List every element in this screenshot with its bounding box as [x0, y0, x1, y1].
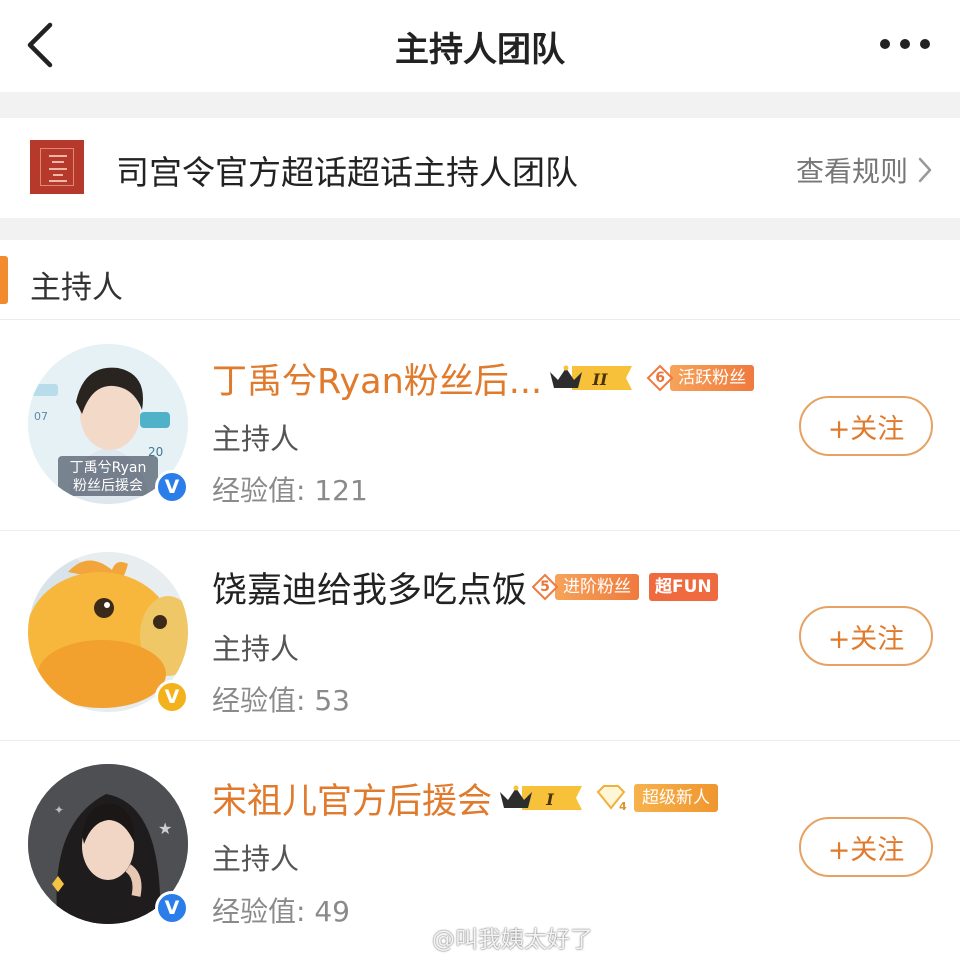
- crown-level-badge: II: [550, 365, 633, 390]
- member-exp: 经验值: 121: [212, 474, 368, 507]
- avatar-caption: 粉丝后援会: [73, 478, 143, 494]
- svg-text:4: 4: [619, 800, 627, 812]
- follow-button[interactable]: +关注: [799, 396, 933, 456]
- svg-text:★: ★: [158, 819, 172, 838]
- fan-level-badge: 6 活跃粉丝: [646, 364, 755, 392]
- member-name-line: 饶嘉迪给我多吃点饭 5 进阶粉丝 超FUN: [212, 565, 718, 611]
- svg-text:II: II: [592, 370, 608, 389]
- verified-v-icon: V: [155, 470, 189, 504]
- svg-text:I: I: [545, 790, 554, 809]
- fan-badge-label: 进阶粉丝: [555, 574, 640, 600]
- member-name[interactable]: 丁禹兮Ryan粉丝后...: [212, 353, 542, 404]
- chevron-right-icon: [918, 157, 932, 183]
- follow-button[interactable]: +关注: [799, 606, 933, 666]
- svg-text:✦: ✦: [54, 803, 64, 817]
- diamond-level-icon: 4: [596, 785, 627, 812]
- view-rules-label: 查看规则: [795, 155, 908, 188]
- fan-badge-label: 超级新人: [634, 784, 719, 812]
- topic-name: 司宫令官方超话超话主持人团队: [116, 153, 578, 192]
- fan-level-diamond-icon: 5: [531, 573, 559, 601]
- crown-level-badge: I: [500, 785, 583, 810]
- fan-level-diamond-icon: 6: [646, 364, 674, 392]
- member-name[interactable]: 宋祖儿官方后援会: [212, 773, 492, 824]
- section-title: 主持人: [30, 270, 123, 306]
- watermark-text: @叫我姨太好了: [432, 927, 593, 953]
- section-accent-bar: [0, 256, 8, 304]
- svg-text:07: 07: [34, 410, 48, 423]
- watermark: @叫我姨太好了: [398, 920, 593, 954]
- section-header: [0, 240, 960, 320]
- follow-button[interactable]: +关注: [799, 817, 933, 877]
- member-role: 主持人: [212, 632, 300, 666]
- member-name-line: 宋祖儿官方后援会 I 4 超级新人: [212, 776, 719, 822]
- member-role: 主持人: [212, 842, 300, 876]
- verified-v-icon: V: [155, 891, 189, 925]
- member-role: 主持人: [212, 422, 300, 456]
- topic-thumbnail: [30, 140, 84, 194]
- more-options-icon[interactable]: [880, 34, 930, 54]
- avatar-caption: 丁禹兮Ryan: [70, 460, 147, 476]
- page-title: 主持人团队: [395, 30, 565, 70]
- member-name-line: 丁禹兮Ryan粉丝后... II 6 活跃粉丝: [212, 356, 755, 402]
- fan-level-badge: 5 进阶粉丝: [531, 573, 640, 601]
- super-fun-badge: 超FUN: [649, 573, 718, 601]
- verified-v-icon: V: [155, 680, 189, 714]
- divider: [0, 218, 960, 240]
- divider: [0, 92, 960, 118]
- member-name[interactable]: 饶嘉迪给我多吃点饭: [212, 562, 527, 613]
- member-exp: 经验值: 53: [212, 684, 350, 717]
- member-exp: 经验值: 49: [212, 895, 350, 928]
- nav-bar: 主持人团队: [0, 0, 960, 92]
- weibo-logo-icon: [399, 927, 426, 948]
- view-rules-link[interactable]: 查看规则: [796, 150, 932, 190]
- fan-badge-label: 活跃粉丝: [670, 365, 755, 391]
